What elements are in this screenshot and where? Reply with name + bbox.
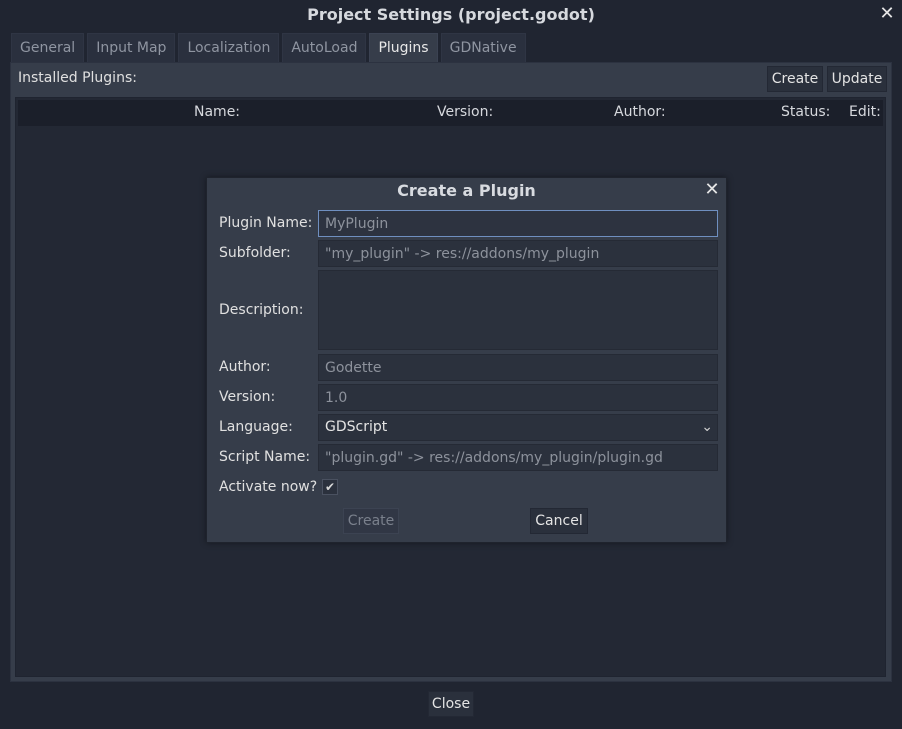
version-label: Version: [219, 389, 276, 405]
subfolder-label: Subfolder: [219, 245, 291, 261]
tab-input-map[interactable]: Input Map [87, 33, 176, 62]
script-name-label: Script Name: [219, 449, 311, 465]
dialog-create-button[interactable]: Create [343, 508, 399, 534]
dialog-title: Create a Plugin [397, 181, 536, 200]
activate-now-label: Activate now? [219, 479, 318, 495]
column-version: Version: [437, 104, 494, 120]
plugin-name-label: Plugin Name: [219, 215, 313, 231]
installed-plugins-label: Installed Plugins: [18, 70, 137, 86]
dialog-cancel-button[interactable]: Cancel [530, 508, 588, 534]
script-name-field[interactable] [318, 444, 718, 471]
column-status: Status: [781, 104, 831, 120]
create-plugin-button[interactable]: Create [767, 66, 823, 92]
subfolder-field[interactable] [318, 240, 718, 267]
author-label: Author: [219, 359, 271, 375]
dialog-close-icon[interactable]: ✕ [701, 179, 723, 201]
tab-plugins[interactable]: Plugins [369, 33, 438, 62]
plugin-name-field[interactable] [318, 210, 718, 237]
column-edit: Edit: [849, 104, 881, 120]
language-label: Language: [219, 419, 293, 435]
author-field[interactable] [318, 354, 718, 381]
window-title: Project Settings (project.godot) [307, 5, 595, 24]
tab-localization[interactable]: Localization [178, 33, 280, 62]
tab-general[interactable]: General [11, 33, 85, 62]
description-field[interactable] [318, 270, 718, 350]
language-select[interactable]: GDScript ⌄ [318, 414, 718, 441]
description-label: Description: [219, 302, 304, 318]
window-close-icon[interactable]: ✕ [876, 3, 898, 25]
version-field[interactable] [318, 384, 718, 411]
settings-tabs: General Input Map Localization AutoLoad … [11, 33, 529, 62]
update-plugins-button[interactable]: Update [827, 66, 887, 92]
tab-autoload[interactable]: AutoLoad [282, 33, 367, 62]
activate-now-checkbox[interactable]: ✔ [322, 479, 338, 495]
language-selected-value: GDScript [325, 419, 388, 435]
column-author: Author: [614, 104, 666, 120]
close-button[interactable]: Close [428, 691, 474, 717]
chevron-down-icon: ⌄ [701, 419, 713, 435]
tab-gdnative[interactable]: GDNative [440, 33, 526, 62]
column-name: Name: [194, 104, 241, 120]
